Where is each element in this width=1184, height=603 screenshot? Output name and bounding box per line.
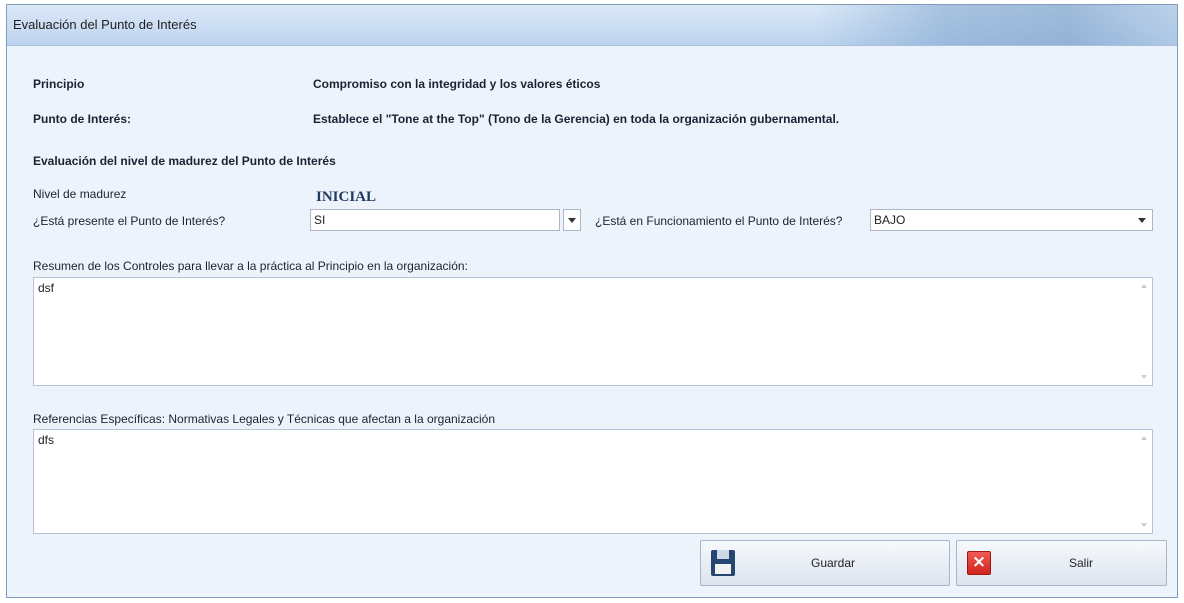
referencias-text: dfs <box>38 433 55 447</box>
presente-select-value: SI <box>314 213 326 227</box>
referencias-scrollbar[interactable] <box>1136 430 1152 533</box>
save-button[interactable]: Guardar <box>700 540 950 586</box>
presente-dropdown-button[interactable] <box>563 209 581 231</box>
title-bar-decoration <box>817 5 1177 45</box>
funcionamiento-select-value: BAJO <box>874 213 906 227</box>
presente-label: ¿Está presente el Punto de Interés? <box>33 214 226 228</box>
referencias-textarea[interactable]: dfs <box>33 429 1153 534</box>
referencias-label: Referencias Específicas: Normativas Lega… <box>33 412 496 426</box>
exit-button[interactable]: × Salir <box>956 540 1167 586</box>
resumen-label: Resumen de los Controles para llevar a l… <box>33 259 468 273</box>
scroll-up-icon[interactable] <box>1141 284 1147 288</box>
resumen-scrollbar[interactable] <box>1136 278 1152 385</box>
save-button-label: Guardar <box>811 556 856 570</box>
funcionamiento-select[interactable]: BAJO <box>870 209 1153 231</box>
nivel-madurez-value: INICIAL <box>316 189 377 205</box>
resumen-textarea[interactable]: dsf <box>33 277 1153 386</box>
principio-label: Principio <box>33 77 85 91</box>
funcionamiento-label: ¿Está en Funcionamiento el Punto de Inte… <box>595 214 843 228</box>
punto-interes-label: Punto de Interés: <box>33 112 132 126</box>
scroll-up-icon[interactable] <box>1141 436 1147 440</box>
nivel-madurez-label: Nivel de madurez <box>33 187 127 201</box>
dialog-body: Principio Compromiso con la integridad y… <box>15 46 1169 593</box>
principio-value: Compromiso con la integridad y los valor… <box>313 77 601 91</box>
punto-interes-value: Establece el "Tone at the Top" (Tono de … <box>313 112 840 126</box>
close-icon: × <box>967 551 991 575</box>
dialog-window: Evaluación del Punto de Interés Principi… <box>6 4 1178 598</box>
chevron-down-icon <box>1138 218 1146 223</box>
floppy-disk-icon <box>711 550 735 576</box>
scroll-down-icon[interactable] <box>1141 375 1147 379</box>
exit-button-label: Salir <box>1069 556 1094 570</box>
presente-select[interactable]: SI <box>310 209 560 231</box>
window-title: Evaluación del Punto de Interés <box>13 17 197 32</box>
title-bar[interactable]: Evaluación del Punto de Interés <box>7 5 1177 46</box>
scroll-down-icon[interactable] <box>1141 523 1147 527</box>
evaluacion-heading: Evaluación del nivel de madurez del Punt… <box>33 154 336 168</box>
chevron-down-icon <box>568 218 576 223</box>
resumen-text: dsf <box>38 281 55 295</box>
